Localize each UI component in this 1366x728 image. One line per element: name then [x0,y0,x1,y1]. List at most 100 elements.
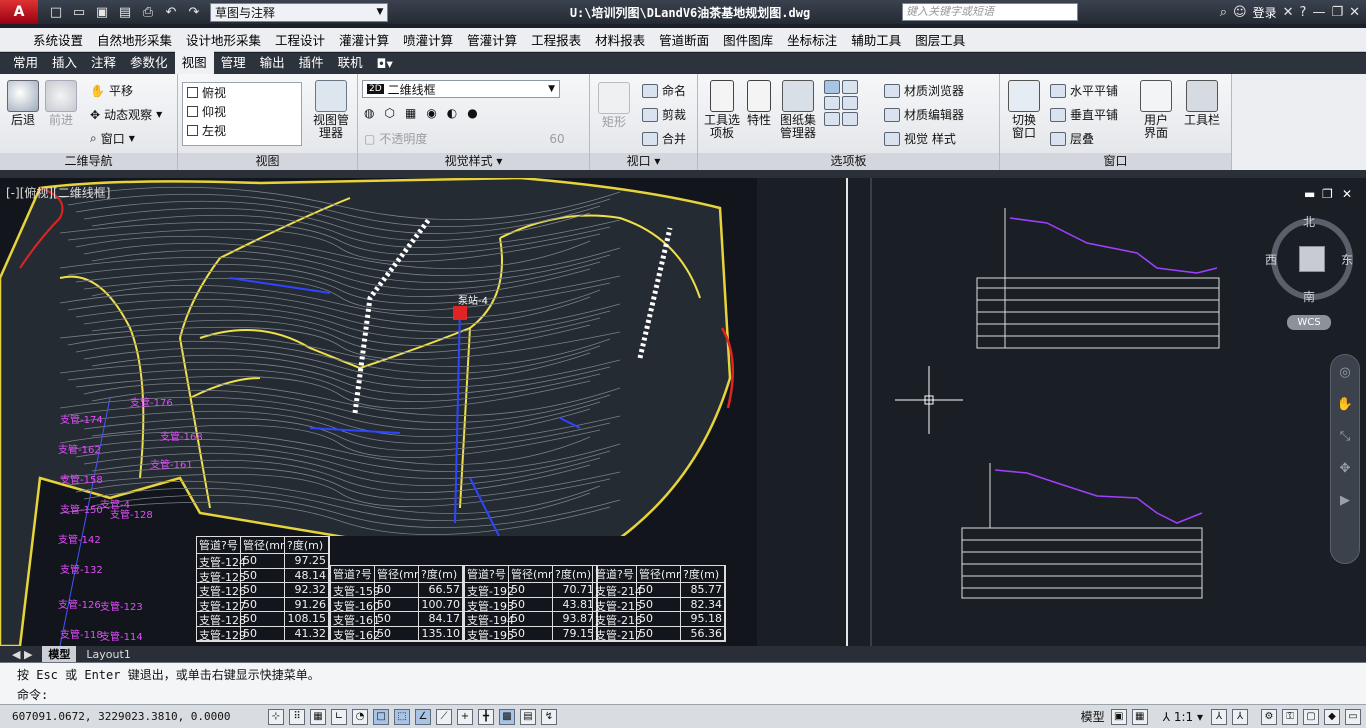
tool-palette-button[interactable]: 工具选项板 [702,80,742,140]
material-icon[interactable]: ◐ [447,106,457,120]
exchange-icon[interactable]: ✕ [1283,5,1294,20]
print-icon[interactable]: ⎙ [138,3,158,21]
properties-button[interactable]: 特性 [744,80,774,127]
orbit-button[interactable]: ✥ 动态观察 ▼ [90,106,162,123]
palette-icon[interactable] [824,112,840,126]
wcs-menu[interactable]: WCS [1287,315,1331,330]
new-file-icon[interactable]: □ [46,3,66,21]
menu-item[interactable]: 坐标标注 [780,30,844,49]
open-folder-icon[interactable]: ▭ [69,3,89,21]
zoom-extents-icon[interactable]: ⤡ [1331,429,1359,451]
pan-hand-icon[interactable]: ✋ [1331,397,1359,419]
visual-styles-button[interactable]: 视觉 样式 [884,130,956,147]
named-viewport-button[interactable]: 命名 [642,82,686,99]
tab-extra-icon[interactable]: ◘▾ [370,54,400,74]
menu-item[interactable]: 图件图库 [716,30,780,49]
annotation-visibility-icon[interactable]: ⅄ [1211,708,1227,725]
view-item[interactable]: 俯视 [183,83,301,102]
steering-wheel-icon[interactable]: ◎ [1331,365,1359,387]
globe-icon[interactable]: ◍ [364,106,374,120]
redo-icon[interactable]: ↷ [184,3,204,21]
view-item[interactable]: 左视 [183,121,301,140]
close-icon[interactable]: ✕ [1349,5,1360,20]
menu-item[interactable]: 管灌计算 [460,30,524,49]
tile-horizontal-button[interactable]: 水平平铺 [1050,82,1118,99]
material-browser-button[interactable]: 材质浏览器 [884,82,964,99]
otrack-icon[interactable]: ∠ [415,708,431,725]
sheet-set-button[interactable]: 图纸集管理器 [778,80,818,140]
viewcube-east[interactable]: 东 [1341,251,1353,268]
coordinate-readout[interactable]: 607091.0672, 3229023.3810, 0.0000 [0,710,268,723]
isolate-icon[interactable]: ◆ [1324,708,1340,725]
viewcube-north[interactable]: 北 [1303,213,1315,230]
quick-view-icon[interactable]: ▦ [1131,708,1148,725]
tile-vertical-button[interactable]: 垂直平铺 [1050,106,1118,123]
save-icon[interactable]: ▣ [92,3,112,21]
tab-nav-icon[interactable]: ◀ ▶ [6,648,38,661]
tab-2[interactable]: 注释 [84,50,123,74]
clip-viewport-button[interactable]: 剪裁 [642,106,686,123]
viewport-label[interactable]: [-][俯视][二维线框] [6,184,110,201]
grid-icon[interactable]: ▦ [310,708,326,725]
auto-scale-icon[interactable]: ⅄ [1232,708,1248,725]
orbit-icon[interactable]: ✥ [1331,461,1359,483]
menu-item[interactable]: 材料报表 [588,30,652,49]
opacity-control[interactable]: ▢ 不透明度 60 [364,130,565,147]
showmotion-icon[interactable]: ▶ [1331,493,1359,515]
menu-item[interactable]: 辅助工具 [844,30,908,49]
annotation-scale[interactable]: ⅄ 1:1 ▾ [1163,710,1203,724]
lock-icon[interactable]: ⚿ [1282,708,1298,725]
menu-item[interactable]: 自然地形采集 [90,30,179,49]
sc-icon[interactable]: ↯ [541,708,557,725]
tab-7[interactable]: 插件 [292,50,331,74]
viewcube-west[interactable]: 西 [1265,251,1277,268]
lineweight-icon[interactable]: ╋ [478,708,494,725]
qp-icon[interactable]: ▤ [520,708,536,725]
menu-item[interactable]: 工程报表 [524,30,588,49]
menu-item[interactable]: 设计地形采集 [179,30,268,49]
ortho-icon[interactable]: ∟ [331,708,347,725]
menu-item[interactable]: 喷灌计算 [396,30,460,49]
restore-icon[interactable]: ❐ [1331,5,1343,20]
palette-icon[interactable] [824,80,840,94]
viewcube-south[interactable]: 南 [1303,288,1315,305]
ducs-icon[interactable]: ⟋ [436,708,452,725]
view-manager-button[interactable]: 视图管理器 [310,80,352,140]
user-interface-button[interactable]: 用户界面 [1136,80,1176,140]
cascade-button[interactable]: 层叠 [1050,130,1094,147]
material-editor-button[interactable]: 材质编辑器 [884,106,964,123]
tab-1[interactable]: 插入 [45,50,84,74]
join-viewport-button[interactable]: 合并 [642,130,686,147]
workspace-switch-icon[interactable]: ⚙ [1261,708,1277,725]
view-item[interactable]: 仰视 [183,102,301,121]
sphere-icon[interactable]: ● [467,106,477,120]
transparency-icon[interactable]: ▩ [499,708,515,725]
tab-model[interactable]: 模型 [42,646,77,662]
login-button[interactable]: 登录 [1253,4,1277,21]
palette-icon[interactable] [842,80,858,94]
cube-icon[interactable]: ⬡ [384,106,394,120]
command-input[interactable]: 命令: [17,686,48,703]
snap-icon[interactable]: ⠿ [289,708,305,725]
minimize-icon[interactable]: — [1312,5,1325,20]
viewport-minimize-icon[interactable]: ▬ [1304,187,1315,201]
fullscreen-icon[interactable]: ▭ [1345,708,1361,725]
menu-item[interactable]: 图层工具 [908,30,972,49]
palette-icon[interactable] [842,96,858,110]
zoom-window-button[interactable]: ⌕ 窗口 ▼ [90,130,135,147]
binoculars-icon[interactable]: ⌕ [1220,5,1227,20]
tab-3[interactable]: 参数化 [123,50,175,74]
tab-layout1[interactable]: Layout1 [80,648,136,661]
viewport-close-icon[interactable]: ✕ [1342,187,1352,201]
grid-icon[interactable]: ▦ [405,106,416,120]
tab-6[interactable]: 输出 [253,50,292,74]
switch-window-button[interactable]: 切换窗口 [1004,80,1044,140]
rect-viewport-button[interactable]: 矩形 [596,82,632,129]
light-icon[interactable]: ◉ [426,106,436,120]
save-as-icon[interactable]: ▤ [115,3,135,21]
pan-button[interactable]: ✋ 平移 [90,82,133,99]
view-list[interactable]: 俯视 仰视 左视 [182,82,302,146]
quick-layout-icon[interactable]: ▣ [1110,708,1127,725]
palette-icon[interactable] [824,96,840,110]
osnap-icon[interactable]: □ [373,708,389,725]
